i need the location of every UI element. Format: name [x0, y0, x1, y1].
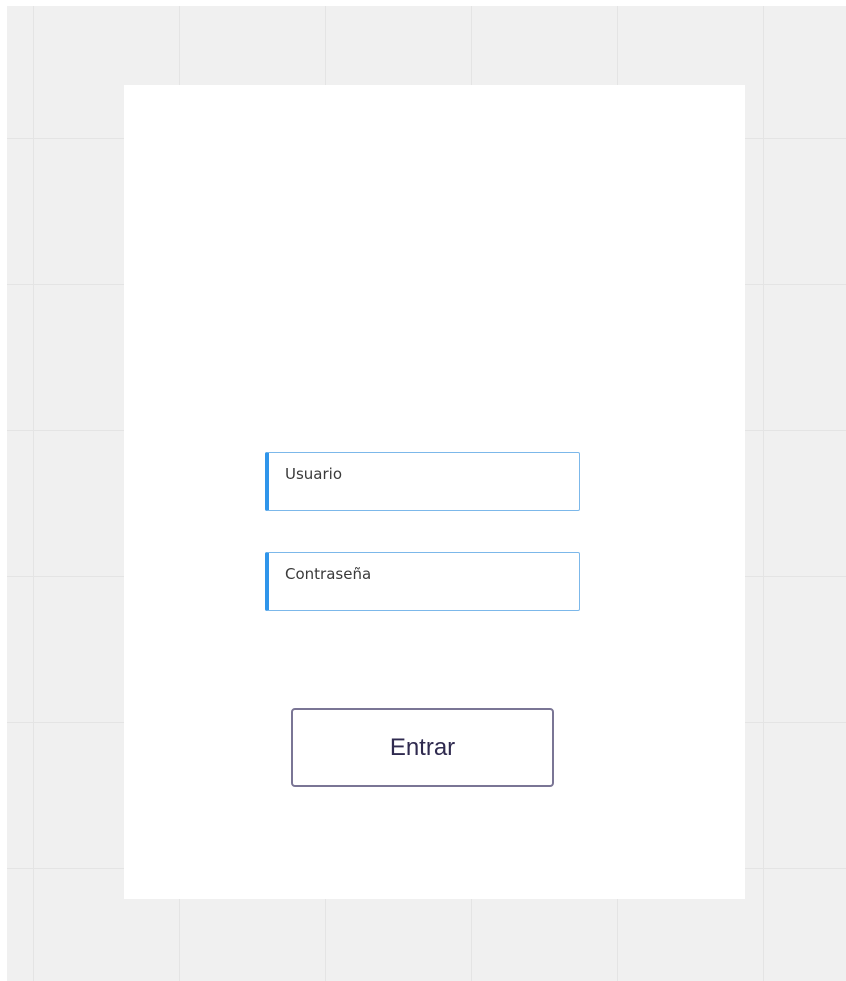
password-placeholder: Contraseña: [285, 565, 372, 583]
username-placeholder: Usuario: [285, 465, 343, 483]
submit-button-label: Entrar: [389, 733, 456, 761]
username-field[interactable]: Usuario: [265, 452, 580, 511]
submit-button[interactable]: Entrar: [291, 708, 554, 787]
login-card: Usuario Contraseña Entrar: [124, 85, 745, 899]
wireframe-canvas: Usuario Contraseña Entrar: [7, 6, 846, 981]
password-field[interactable]: Contraseña: [265, 552, 580, 611]
